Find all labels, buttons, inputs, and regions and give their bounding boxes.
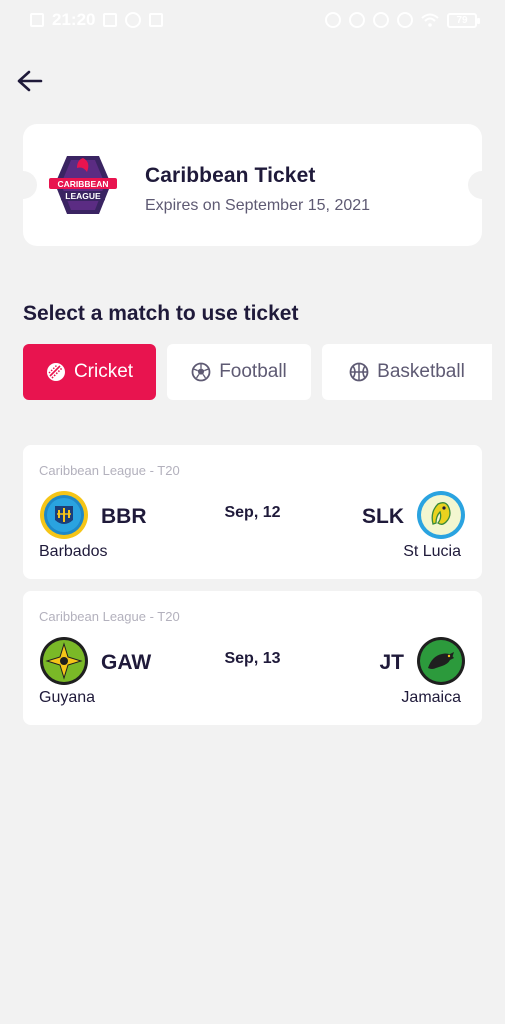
ticket-title: Caribbean Ticket <box>145 164 316 187</box>
logo-text-line2: LEAGUE <box>65 191 101 201</box>
status-time: 21:20 <box>52 10 96 29</box>
away-team-name: Jamaica <box>401 689 461 706</box>
messenger-icon <box>125 12 142 28</box>
arrow-left-icon <box>17 70 43 92</box>
tab-cricket-label: Cricket <box>73 361 134 382</box>
home-team-name: Guyana <box>39 689 96 706</box>
ticket-expiry: Expires on September 15, 2021 <box>145 197 371 214</box>
battery-level: 79 <box>456 14 468 26</box>
battery-icon: 79 <box>447 12 480 28</box>
away-team-code: SLK <box>362 505 404 528</box>
ticket-info: Caribbean Ticket Expires on September 15… <box>145 164 370 215</box>
status-right: 79 <box>325 12 480 28</box>
status-bar: 21:20 79 <box>0 0 505 40</box>
back-button[interactable] <box>12 64 46 98</box>
match-league: Caribbean League - T20 <box>39 609 180 624</box>
logo-text-line1: CARIBBEAN <box>58 179 109 189</box>
vibrate-icon <box>373 12 389 28</box>
match-date: Sep, 12 <box>224 504 281 521</box>
tab-football-label: Football <box>219 361 287 382</box>
sport-tabs: Cricket Football Basketball <box>23 344 505 400</box>
bluetooth-icon <box>325 12 341 28</box>
ticket-card: CARIBBEAN LEAGUE Caribbean Ticket Expire… <box>9 124 496 246</box>
tab-basketball-label: Basketball <box>377 361 465 382</box>
caribbean-league-logo: CARIBBEAN LEAGUE <box>49 156 117 214</box>
basketball-icon <box>349 362 369 382</box>
status-left: 21:20 <box>30 10 164 30</box>
ticket-notch-right <box>468 171 496 199</box>
gallery-icon <box>149 13 164 27</box>
data-speed-icon <box>103 13 118 27</box>
wifi-icon <box>421 13 439 27</box>
signal-icon <box>30 13 44 27</box>
st-lucia-team-logo <box>417 491 465 539</box>
match-card[interactable]: Caribbean League - T20 BBR Sep, 12 SLK B… <box>23 445 482 579</box>
ticket-notch-left <box>9 171 37 199</box>
away-team-name: St Lucia <box>403 543 461 560</box>
away-team-code: JT <box>379 651 404 674</box>
tab-cricket[interactable]: Cricket <box>23 344 156 400</box>
football-icon <box>191 362 211 382</box>
match-league: Caribbean League - T20 <box>39 463 180 478</box>
match-date: Sep, 13 <box>224 650 281 667</box>
tab-basketball[interactable]: Basketball <box>322 344 492 400</box>
section-title: Select a match to use ticket <box>23 302 299 325</box>
jamaica-team-logo <box>417 637 465 685</box>
alarm-icon <box>349 12 365 28</box>
volte-icon <box>397 12 413 28</box>
cricket-ball-icon <box>46 363 65 381</box>
home-team-name: Barbados <box>39 543 108 560</box>
match-card[interactable]: Caribbean League - T20 GAW Sep, 13 JT Gu… <box>23 591 482 725</box>
tab-football[interactable]: Football <box>167 344 311 400</box>
